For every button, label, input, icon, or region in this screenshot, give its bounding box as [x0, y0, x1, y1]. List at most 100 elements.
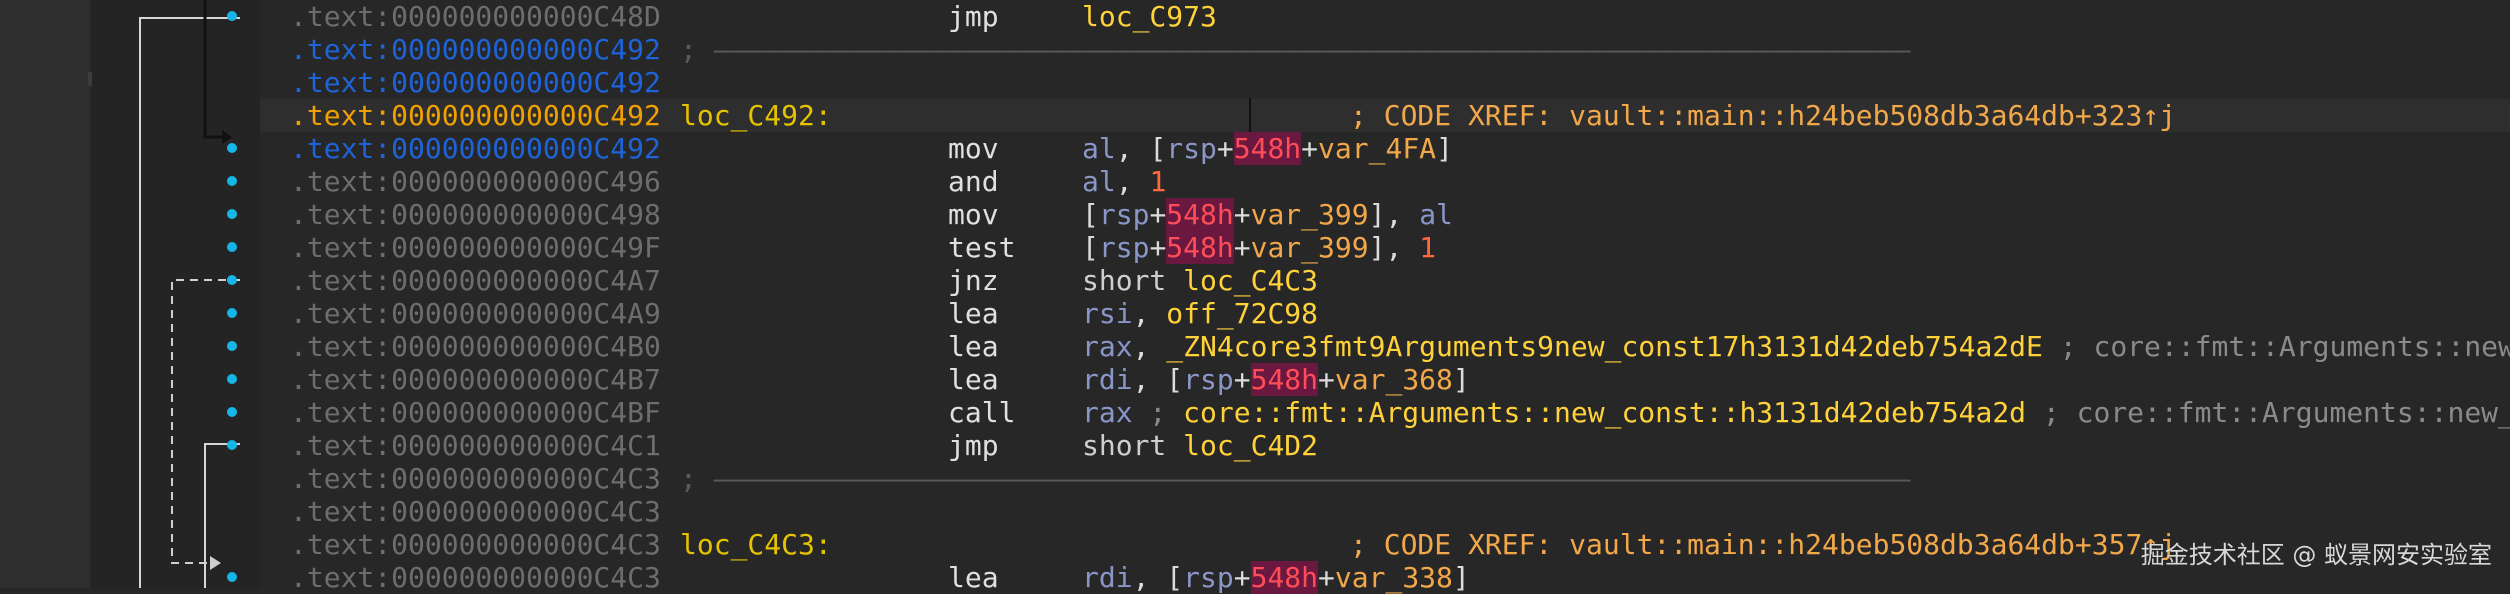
operand-hl: 548h: [1250, 561, 1319, 594]
operand-reg: rax: [1082, 330, 1133, 363]
line-address[interactable]: .text:000000000000C4C3: [290, 528, 661, 561]
jump-line-outer: [139, 17, 240, 588]
instruction-dot[interactable]: [227, 407, 237, 417]
text-cursor: [1249, 98, 1251, 132]
code-label[interactable]: loc_C4C3:: [680, 528, 832, 561]
instruction-dot[interactable]: [227, 209, 237, 219]
line-address[interactable]: .text:000000000000C492: [290, 66, 661, 99]
xref-comment[interactable]: ; CODE XREF: vault::main::h24beb508db3a6…: [1350, 99, 2176, 132]
line-address[interactable]: .text:000000000000C4C3: [290, 561, 661, 594]
instruction-dots: [227, 11, 237, 582]
operand-punct: , [: [1132, 561, 1184, 594]
line-address[interactable]: .text:000000000000C4A7: [290, 264, 661, 297]
operand-loc[interactable]: core::fmt::Arguments::new_const::h3131d4…: [1183, 396, 2026, 429]
instruction-operands[interactable]: rax ; core::fmt::Arguments::new_const::h…: [1082, 396, 2510, 429]
line-address[interactable]: .text:000000000000C4A9: [290, 297, 661, 330]
operand-hl: 548h: [1166, 198, 1234, 231]
operand-reg: rsp: [1183, 561, 1234, 594]
operand-reg: al: [1082, 132, 1116, 165]
operand-loc[interactable]: loc_C4C3: [1183, 264, 1318, 297]
line-address[interactable]: .text:000000000000C4C3: [290, 462, 661, 495]
instruction-mnemonic[interactable]: lea: [948, 363, 999, 396]
operand-punct: +: [1318, 363, 1335, 396]
operand-hl: 548h: [1166, 231, 1234, 264]
instruction-mnemonic[interactable]: jmp: [948, 0, 999, 33]
instruction-mnemonic[interactable]: mov: [948, 132, 999, 165]
operand-loc[interactable]: loc_C4D2: [1183, 429, 1318, 462]
instruction-dot[interactable]: [227, 440, 237, 450]
instruction-mnemonic[interactable]: lea: [948, 297, 999, 330]
line-address[interactable]: .text:000000000000C4C3: [290, 495, 661, 528]
operand-var[interactable]: var_368: [1335, 363, 1453, 396]
instruction-operands[interactable]: rax, _ZN4core3fmt9Arguments9new_const17h…: [1082, 330, 2510, 363]
operand-punct: +: [1233, 363, 1251, 396]
operand-var[interactable]: var_4FA: [1318, 132, 1436, 165]
operand-punct: ]: [1452, 363, 1470, 396]
instruction-operands[interactable]: [rsp+548h+var_399], 1: [1082, 231, 1436, 264]
instruction-operands[interactable]: short loc_C4C3: [1082, 264, 1318, 297]
separator-comment: ; ——————————————————————————————————————…: [680, 33, 1911, 66]
operand-punct: +: [1318, 561, 1335, 594]
line-address[interactable]: .text:000000000000C4B7: [290, 363, 661, 396]
operand-punct: ,: [1132, 297, 1167, 330]
instruction-dot[interactable]: [227, 341, 237, 351]
operand-var[interactable]: var_399: [1251, 198, 1369, 231]
instruction-dot[interactable]: [227, 572, 237, 582]
disassembly-listing[interactable]: .text:000000000000C48D jmp loc_C973 .text:0…: [260, 0, 2510, 594]
instruction-dot[interactable]: [227, 11, 237, 21]
instruction-dot[interactable]: [227, 143, 237, 153]
operand-reg: al: [1419, 198, 1453, 231]
instruction-mnemonic[interactable]: test: [948, 231, 1015, 264]
separator-comment: ; ——————————————————————————————————————…: [680, 462, 1911, 495]
instruction-mnemonic[interactable]: mov: [948, 198, 999, 231]
instruction-dot[interactable]: [227, 176, 237, 186]
jump-arrow-into-c492: [203, 0, 222, 139]
instruction-operands[interactable]: rdi, [rsp+548h+var_338]: [1082, 561, 1470, 594]
instruction-mnemonic[interactable]: jnz: [948, 264, 999, 297]
code-label[interactable]: loc_C492:: [680, 99, 832, 132]
instruction-operands[interactable]: al, [rsp+548h+var_4FA]: [1082, 132, 1453, 165]
instruction-mnemonic[interactable]: jmp: [948, 429, 999, 462]
operand-punct: +: [1149, 198, 1167, 231]
operand-punct: ]: [1436, 132, 1453, 165]
line-address[interactable]: .text:000000000000C4B0: [290, 330, 661, 363]
instruction-mnemonic[interactable]: and: [948, 165, 999, 198]
instruction-operands[interactable]: al, 1: [1082, 165, 1166, 198]
line-address[interactable]: .text:000000000000C492: [290, 33, 661, 66]
jump-arrowhead-c492: [222, 130, 232, 144]
operand-loc[interactable]: off_72C98: [1166, 297, 1318, 330]
instruction-dot[interactable]: [227, 308, 237, 318]
instruction-operands[interactable]: loc_C973: [1082, 0, 1217, 33]
operand-var[interactable]: var_399: [1251, 231, 1369, 264]
operand-loc[interactable]: loc_C973: [1082, 0, 1217, 33]
instruction-mnemonic[interactable]: call: [948, 396, 1015, 429]
instruction-mnemonic[interactable]: lea: [948, 330, 999, 363]
line-address[interactable]: .text:000000000000C496: [290, 165, 661, 198]
line-address[interactable]: .text:000000000000C48D: [290, 0, 661, 33]
line-address[interactable]: .text:000000000000C492: [290, 132, 661, 165]
instruction-operands[interactable]: [rsp+548h+var_399], al: [1082, 198, 1453, 231]
xref-comment[interactable]: ; CODE XREF: vault::main::h24beb508db3a6…: [1350, 528, 2176, 561]
operand-loc[interactable]: _ZN4core3fmt9Arguments9new_const17h3131d…: [1166, 330, 2043, 363]
instruction-mnemonic[interactable]: lea: [948, 561, 999, 594]
operand-kw: short: [1082, 264, 1184, 297]
line-address[interactable]: .text:000000000000C4C1: [290, 429, 661, 462]
operand-punct: ,: [1115, 165, 1150, 198]
line-address[interactable]: .text:000000000000C492: [290, 99, 661, 132]
operand-hl: 548h: [1250, 363, 1319, 396]
watermark: 掘金技术社区 @ 蚁景网安实验室: [2140, 541, 2492, 569]
instruction-dot[interactable]: [227, 242, 237, 252]
instruction-operands[interactable]: rsi, off_72C98: [1082, 297, 1318, 330]
instruction-dot[interactable]: [227, 275, 237, 285]
operand-var[interactable]: var_338: [1335, 561, 1453, 594]
line-address[interactable]: .text:000000000000C49F: [290, 231, 661, 264]
instruction-operands[interactable]: short loc_C4D2: [1082, 429, 1318, 462]
operand-reg: al: [1082, 165, 1116, 198]
operand-punct: +: [1149, 231, 1167, 264]
line-address[interactable]: .text:000000000000C498: [290, 198, 661, 231]
instruction-operands[interactable]: rdi, [rsp+548h+var_368]: [1082, 363, 1470, 396]
operand-reg: rsp: [1098, 198, 1150, 231]
instruction-dot[interactable]: [227, 374, 237, 384]
line-address[interactable]: .text:000000000000C4BF: [290, 396, 661, 429]
listing-line[interactable]: .text:000000000000C492 loc_C492: ; CODE XR…: [260, 99, 2510, 132]
